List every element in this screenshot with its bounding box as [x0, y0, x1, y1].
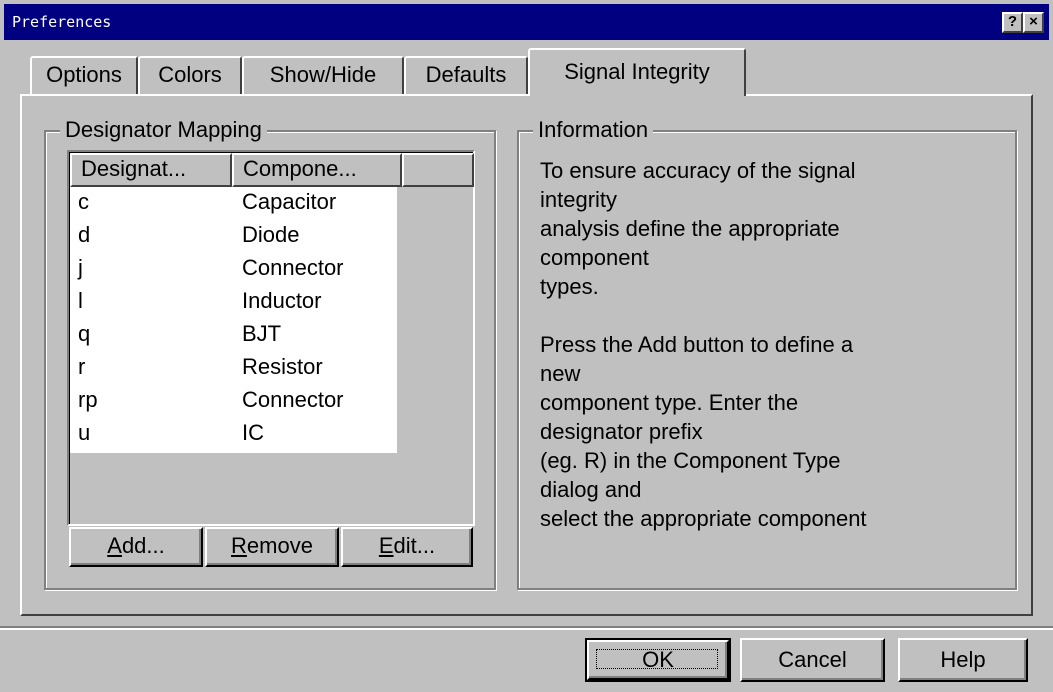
preferences-dialog: Preferences ? × Options Colors Show/Hide…	[0, 0, 1053, 692]
edit-button-label: dit...	[393, 533, 436, 558]
table-row[interactable]: l Inductor	[70, 288, 397, 321]
info-line: component	[540, 245, 649, 270]
info-line: To ensure accuracy of the signal	[540, 158, 856, 183]
information-label: Information	[533, 117, 654, 143]
focus-indicator	[596, 649, 718, 669]
help-icon[interactable]: ?	[1002, 12, 1023, 33]
information-text: To ensure accuracy of the signal integri…	[540, 156, 1000, 533]
table-row[interactable]: q BJT	[70, 321, 397, 354]
component-cell: Resistor	[242, 354, 323, 379]
table-row[interactable]: c Capacitor	[70, 189, 397, 222]
tab-signal-integrity[interactable]: Signal Integrity	[528, 48, 746, 96]
tab-show-hide[interactable]: Show/Hide	[242, 56, 404, 94]
info-line	[540, 301, 1000, 330]
help-button[interactable]: Help	[898, 638, 1028, 682]
component-cell: BJT	[242, 321, 282, 346]
table-row[interactable]: u IC	[70, 420, 397, 453]
ok-button[interactable]: OK	[585, 638, 731, 682]
remove-button-label: emove	[246, 533, 313, 558]
title-bar[interactable]: Preferences ? ×	[4, 4, 1049, 40]
table-row[interactable]: r Resistor	[70, 354, 397, 387]
edit-button-accelerator: E	[378, 533, 394, 558]
tab-defaults[interactable]: Defaults	[404, 56, 528, 94]
info-line: analysis define the appropriate	[540, 216, 840, 241]
table-row[interactable]: j Connector	[70, 255, 397, 288]
designator-cell: u	[78, 420, 91, 445]
table-row[interactable]: d Diode	[70, 222, 397, 255]
add-button[interactable]: Add...	[69, 527, 203, 567]
cancel-button[interactable]: Cancel	[740, 638, 885, 682]
info-line: new	[540, 361, 581, 386]
designator-cell: j	[78, 255, 83, 280]
designator-cell: d	[78, 222, 91, 247]
designator-cell: q	[78, 321, 91, 346]
designator-mapping-label: Designator Mapping	[60, 117, 267, 143]
tab-options[interactable]: Options	[30, 56, 138, 94]
cancel-button-label: Cancel	[778, 647, 847, 672]
add-button-accelerator: A	[107, 533, 122, 558]
designator-cell: rp	[78, 387, 98, 412]
designator-cell: l	[78, 288, 83, 313]
column-header-designator[interactable]: Designat...	[70, 153, 232, 187]
component-cell: Connector	[242, 387, 344, 412]
component-cell: Inductor	[242, 288, 322, 313]
remove-button-accelerator: R	[231, 533, 247, 558]
help-button-label: Help	[940, 647, 986, 672]
info-line: designator prefix	[540, 419, 703, 444]
add-button-label: dd...	[121, 533, 165, 558]
info-line: integrity	[540, 187, 618, 212]
table-row[interactable]: rp Connector	[70, 387, 397, 420]
designator-mapping-list[interactable]: Designat... Compone... c Capacitor d Dio…	[67, 150, 475, 526]
remove-button[interactable]: Remove	[205, 527, 339, 567]
window-title: Preferences	[12, 13, 112, 31]
designator-cell: c	[78, 189, 89, 214]
component-cell: Diode	[242, 222, 300, 247]
component-cell: Capacitor	[242, 189, 337, 214]
footer-separator	[0, 626, 1053, 630]
info-line: Press the Add button to define a	[540, 332, 854, 357]
info-line: component type. Enter the	[540, 390, 799, 415]
tab-colors[interactable]: Colors	[138, 56, 242, 94]
info-line: dialog and	[540, 477, 642, 502]
info-line: (eg. R) in the Component Type	[540, 448, 841, 473]
designator-cell: r	[78, 354, 86, 379]
close-icon[interactable]: ×	[1023, 12, 1044, 33]
component-cell: Connector	[242, 255, 344, 280]
info-line: types.	[540, 274, 599, 299]
component-cell: IC	[242, 420, 264, 445]
column-header-empty	[402, 153, 474, 187]
column-header-component[interactable]: Compone...	[232, 153, 402, 187]
edit-button[interactable]: Edit...	[341, 527, 473, 567]
info-line: select the appropriate component	[540, 506, 867, 531]
